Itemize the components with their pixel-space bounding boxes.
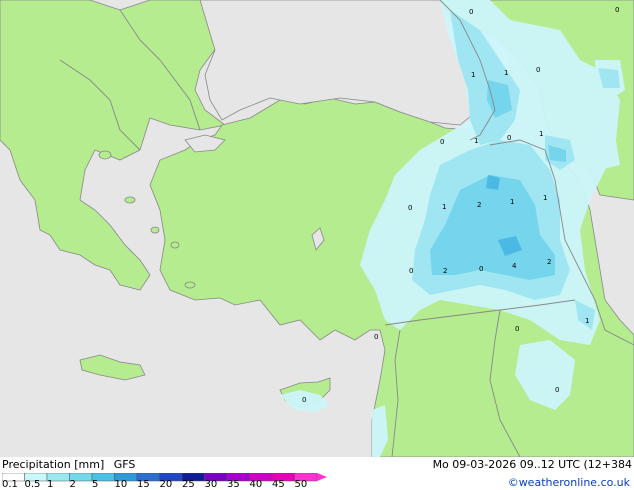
precip-label: 1 [585, 317, 589, 325]
precip-label: 1 [504, 69, 508, 77]
valid-time: Mo 09-03-2026 09..12 UTC (12+384 [432, 458, 632, 471]
precip-label: 1 [474, 137, 478, 145]
legend-tick-label: 0.1 [2, 479, 18, 490]
legend-tick-label: 35 [227, 479, 240, 490]
map-title: Precipitation [mm] GFS [2, 458, 135, 471]
legend-tick-label: 0.5 [24, 479, 41, 490]
legend-tick-label: 25 [182, 479, 195, 490]
precip-label: 0 [536, 66, 540, 74]
legend-tick-label: 40 [249, 479, 263, 490]
legend-tick-label: 1 [47, 479, 54, 490]
precip-label: 0 [555, 386, 559, 394]
precip-label: 2 [443, 267, 447, 275]
precip-label: 0 [507, 134, 511, 142]
precip-label: 0 [469, 8, 473, 16]
title-text: Precipitation [mm] [2, 458, 105, 471]
legend-tick-label: 45 [272, 479, 285, 490]
precip-label: 0 [409, 267, 413, 275]
credit-text: ©weatheronline.co.uk [507, 476, 630, 489]
legend-tick-label: 5 [92, 479, 99, 490]
legend-tick-label: 30 [204, 479, 218, 490]
precip-label: 2 [477, 201, 481, 209]
legend-tick-label: 10 [114, 479, 128, 490]
legend-tick-label: 20 [159, 479, 173, 490]
precipitation-map: 0 1 1 0 0 1 1 0 1 2 1 1 0 2 0 4 2 1 0 0 … [0, 0, 634, 458]
legend-tick-label: 2 [69, 479, 76, 490]
precip-label: 1 [543, 194, 547, 202]
precip-label: 0 [440, 138, 444, 146]
precip-label: 1 [539, 130, 543, 138]
precip-label: 0 [408, 204, 412, 212]
precip-label: 4 [512, 262, 517, 270]
precip-label: 0 [302, 396, 306, 404]
precip-label: 0 [374, 333, 378, 341]
precip-label: 0 [615, 6, 619, 14]
precip-label: 1 [442, 203, 446, 211]
legend-tick-label: 50 [294, 479, 308, 490]
map-footer: Precipitation [mm] GFS Mo 09-03-2026 09.… [0, 457, 634, 490]
precip-label: 0 [515, 325, 519, 333]
precip-label: 0 [479, 265, 483, 273]
precip-label: 1 [471, 71, 475, 79]
legend-arrow [317, 473, 327, 481]
precip-label: 1 [510, 198, 514, 206]
model-name: GFS [113, 458, 136, 471]
map-canvas: 0 1 1 0 0 1 1 0 1 2 1 1 0 2 0 4 2 1 0 0 … [0, 0, 634, 458]
precip-label: 2 [547, 258, 551, 266]
legend-tick-label: 15 [137, 479, 150, 490]
